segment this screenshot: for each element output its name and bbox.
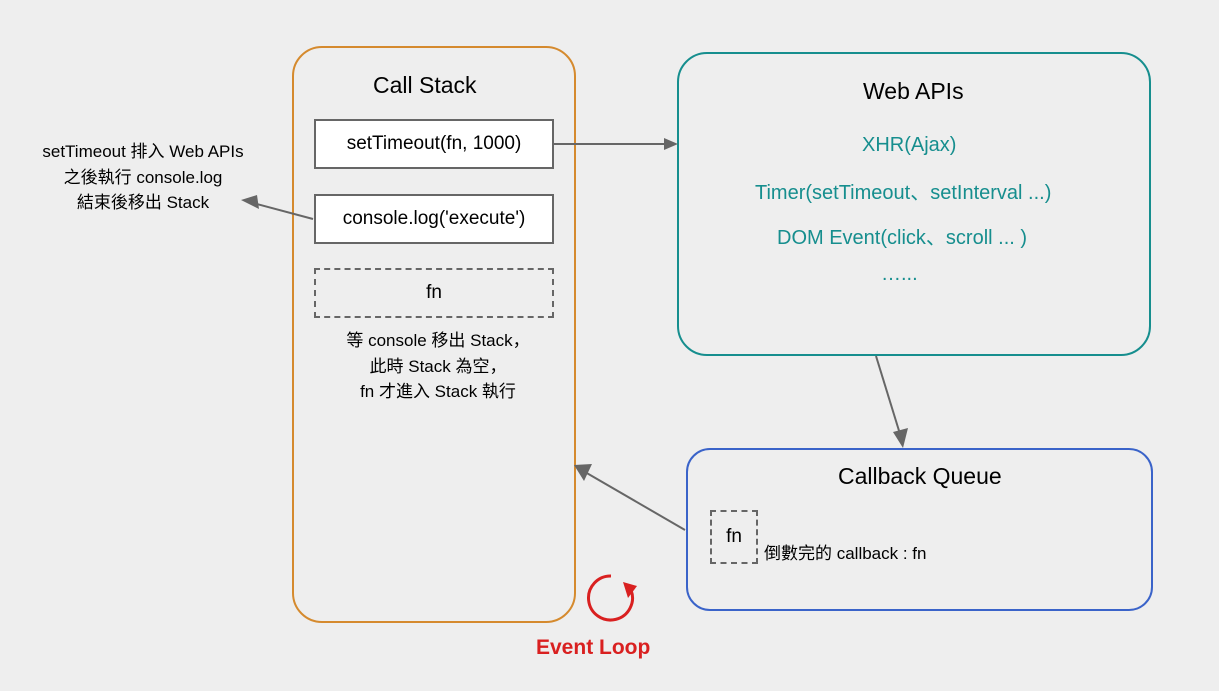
arrow-queue-to-stack xyxy=(570,460,700,550)
arrow-stack-to-webapis xyxy=(554,134,684,154)
event-loop-label: Event Loop xyxy=(536,636,650,660)
callback-queue-title: Callback Queue xyxy=(838,463,1002,490)
left-annotation: setTimeout 排入 Web APIs 之後執行 console.log … xyxy=(18,139,268,216)
callback-queue-note: 倒數完的 callback : fn xyxy=(764,541,927,567)
stack-item-fn: fn xyxy=(314,268,554,318)
web-api-dom: DOM Event(click、scroll ... ) xyxy=(777,221,1027,250)
arrow-stack-to-note xyxy=(241,195,321,235)
stack-item-consolelog: console.log('execute') xyxy=(314,194,554,244)
web-api-timer: Timer(setTimeout、setInterval ...) xyxy=(755,176,1051,205)
web-api-etc: …... xyxy=(881,263,918,286)
call-stack-title: Call Stack xyxy=(373,72,477,99)
event-loop-icon xyxy=(583,570,643,630)
callback-queue-item: fn xyxy=(710,510,758,564)
stack-item-settimeout: setTimeout(fn, 1000) xyxy=(314,119,554,169)
web-api-xhr: XHR(Ajax) xyxy=(862,134,956,157)
web-apis-title: Web APIs xyxy=(863,78,964,105)
arrow-webapis-to-queue xyxy=(850,356,920,456)
call-stack-note: 等 console 移出 Stack， 此時 Stack 為空， fn 才進入 … xyxy=(323,328,553,405)
